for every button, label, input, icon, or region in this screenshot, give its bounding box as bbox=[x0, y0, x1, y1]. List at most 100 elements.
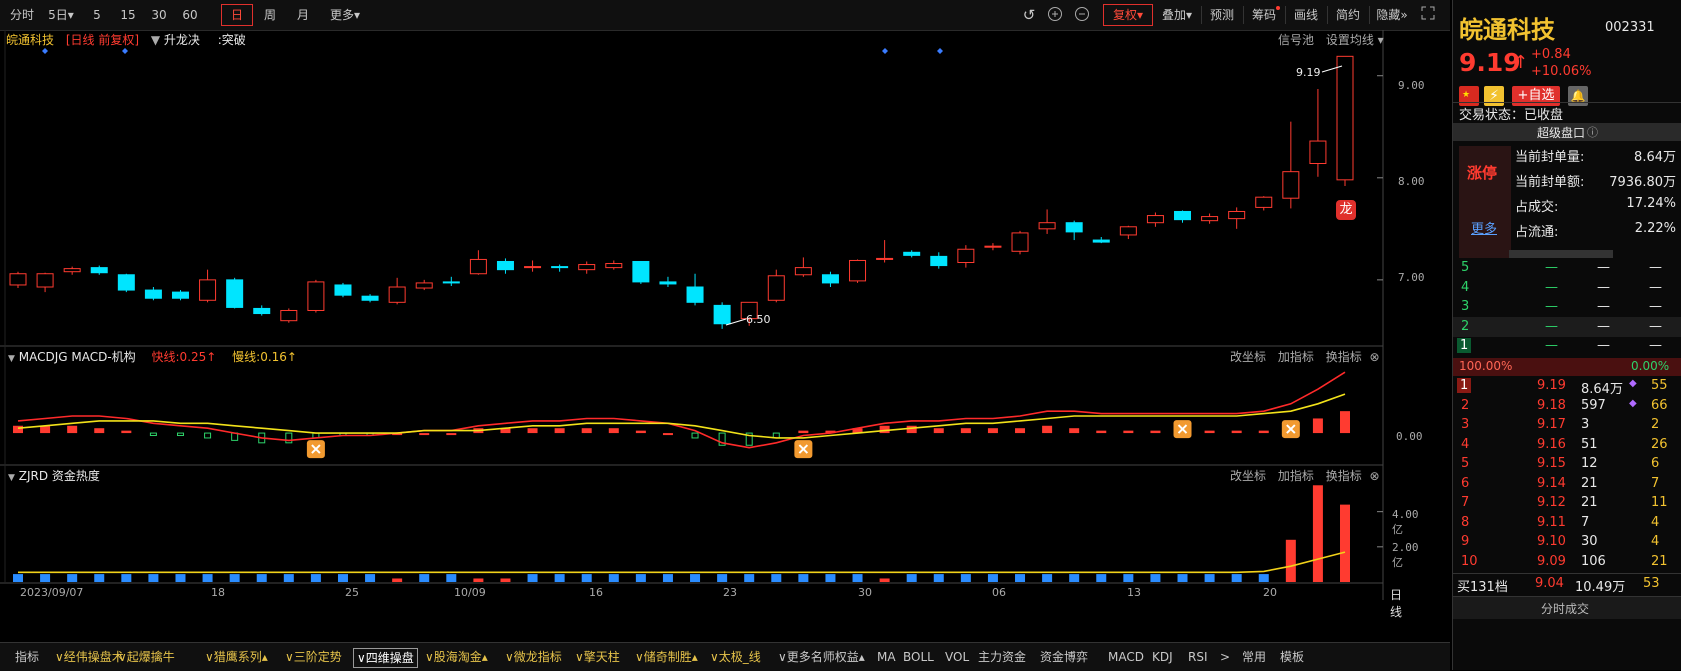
ask-row[interactable]: 1 — — — bbox=[1453, 336, 1681, 356]
price-change-pct: +10.06% bbox=[1531, 64, 1592, 79]
indicator-tab[interactable]: RSI bbox=[1188, 648, 1208, 666]
collapse-triangle-icon[interactable]: ▼ bbox=[8, 473, 15, 483]
indicator-tab[interactable]: > bbox=[1220, 648, 1230, 666]
indicator-tab[interactable]: ∨储奇制胜▴ bbox=[635, 648, 698, 666]
draw-line-button[interactable]: 画线 bbox=[1291, 6, 1321, 24]
bid-row[interactable]: 4 9.16 51 26 bbox=[1453, 435, 1681, 455]
set-ma-link[interactable]: 设置均线 ▾ bbox=[1326, 33, 1384, 47]
chips-button[interactable]: 筹码 bbox=[1249, 6, 1279, 24]
bid-row[interactable]: 10 9.09 106 21 bbox=[1453, 552, 1681, 572]
ask-row[interactable]: 2 — — — bbox=[1453, 316, 1681, 337]
macd-switch-indicator[interactable]: 换指标 bbox=[1326, 350, 1362, 364]
indicator-tab[interactable]: ∨四维操盘 bbox=[353, 648, 418, 668]
bell-icon[interactable]: 🔔 bbox=[1568, 86, 1588, 106]
simple-button[interactable]: 简约 bbox=[1333, 6, 1363, 24]
forecast-button[interactable]: 预测 bbox=[1207, 6, 1237, 24]
more-link[interactable]: 更多 bbox=[1471, 218, 1497, 237]
indicator-tab[interactable]: MA bbox=[877, 648, 896, 666]
zjrd-title: ZJRD 资金热度 bbox=[18, 469, 100, 483]
hide-button[interactable]: 隐藏» bbox=[1372, 6, 1412, 24]
indicator-tab[interactable]: ∨经伟操盘术 bbox=[55, 648, 124, 666]
dropdown-triangle-icon[interactable]: ▼ bbox=[151, 33, 160, 47]
zjrd-add-indicator[interactable]: 加指标 bbox=[1278, 469, 1314, 483]
bid-price: 9.16 bbox=[1537, 436, 1566, 452]
ask-row[interactable]: 5 — — — bbox=[1453, 258, 1681, 278]
zjrd-change-axis[interactable]: 改坐标 bbox=[1230, 469, 1266, 483]
indicator-tab[interactable]: VOL bbox=[945, 648, 969, 666]
ask-level: 3 bbox=[1461, 299, 1470, 314]
ask-row[interactable]: 3 — — — bbox=[1453, 297, 1681, 317]
china-flag-icon: ★ bbox=[1459, 86, 1479, 106]
period-day[interactable]: 日 bbox=[221, 4, 253, 26]
indicator-tab[interactable]: 资金博弈 bbox=[1040, 648, 1088, 666]
period-intraday[interactable]: 分时 bbox=[8, 6, 36, 24]
bid-row[interactable]: 2 9.18 597 66 ◆ bbox=[1453, 396, 1681, 416]
adjust-dropdown[interactable]: 复权▾ bbox=[1103, 4, 1153, 26]
indicator-tab[interactable]: MACD bbox=[1108, 648, 1144, 666]
macd-bar bbox=[176, 432, 184, 437]
indicator-tab[interactable]: 常用 bbox=[1242, 648, 1266, 666]
indicator-tab[interactable]: KDJ bbox=[1152, 648, 1173, 666]
period-5min[interactable]: 5 bbox=[88, 6, 106, 24]
zoom-in-icon[interactable] bbox=[1046, 6, 1064, 24]
indicator-tab[interactable]: ∨起爆擒牛 bbox=[118, 648, 175, 666]
ask-volume: — bbox=[1597, 318, 1610, 334]
candle-body bbox=[524, 266, 542, 269]
ask-row[interactable]: 4 — — — bbox=[1453, 278, 1681, 298]
lightning-icon[interactable]: ⚡ bbox=[1484, 86, 1504, 106]
zoom-out-icon[interactable] bbox=[1073, 6, 1091, 24]
heat-bar bbox=[1340, 504, 1350, 582]
bid-row[interactable]: 1 9.19 8.64万 55 ◆ bbox=[1453, 376, 1681, 397]
indicator-tab[interactable]: BOLL bbox=[903, 648, 934, 666]
bid-row[interactable]: 7 9.12 21 11 bbox=[1453, 493, 1681, 513]
bid-row[interactable]: 3 9.17 3 2 bbox=[1453, 415, 1681, 435]
heat-bar bbox=[1285, 539, 1296, 582]
bid-row[interactable]: 5 9.15 12 6 bbox=[1453, 454, 1681, 474]
period-month[interactable]: 月 bbox=[294, 6, 312, 24]
close-icon[interactable]: ⊗ bbox=[1370, 469, 1380, 483]
bid-volume: 12 bbox=[1581, 456, 1598, 471]
macd-bar bbox=[1069, 428, 1080, 434]
signal-pool-link[interactable]: 信号池 bbox=[1278, 33, 1314, 47]
indicator-name[interactable]: 升龙决 bbox=[164, 33, 200, 47]
indicator-tab[interactable]: 指标 bbox=[15, 648, 39, 666]
heat-bar bbox=[13, 574, 23, 582]
period-week[interactable]: 周 bbox=[261, 6, 279, 24]
indicator-tab[interactable]: ∨三阶定势 bbox=[285, 648, 342, 666]
info-icon[interactable]: ⓘ bbox=[1587, 124, 1598, 140]
indicator-tab[interactable]: ∨太极_线 bbox=[710, 648, 761, 666]
zjrd-switch-indicator[interactable]: 换指标 bbox=[1326, 469, 1362, 483]
tick-trades-header[interactable]: 分时成交 bbox=[1453, 596, 1681, 619]
candle-body bbox=[1336, 55, 1354, 181]
zjrd-y-4: 4.00亿 bbox=[1392, 508, 1419, 536]
period-60min[interactable]: 60 bbox=[179, 6, 201, 24]
period-15min[interactable]: 15 bbox=[117, 6, 139, 24]
add-watchlist-button[interactable]: +自选 bbox=[1512, 86, 1560, 106]
macd-add-indicator[interactable]: 加指标 bbox=[1278, 350, 1314, 364]
heat-bar bbox=[635, 574, 646, 582]
indicator-tab[interactable]: ∨擎天柱 bbox=[575, 648, 620, 666]
undo-icon[interactable]: ↺ bbox=[1020, 6, 1038, 24]
indicator-tab[interactable]: ∨股海淘金▴ bbox=[425, 648, 488, 666]
x-label: 13 bbox=[1127, 586, 1141, 599]
x-label: 25 bbox=[345, 586, 359, 599]
fullscreen-icon[interactable] bbox=[1418, 6, 1438, 24]
bid-row[interactable]: 9 9.10 30 4 bbox=[1453, 532, 1681, 552]
overlay-dropdown[interactable]: 叠加▾ bbox=[1157, 6, 1197, 24]
indicator-tab[interactable]: ∨微龙指标 bbox=[505, 648, 562, 666]
indicator-tab[interactable]: 主力资金 bbox=[978, 648, 1026, 666]
period-more[interactable]: 更多▾ bbox=[326, 6, 364, 24]
indicator-tab[interactable]: ∨更多名师权益▴ bbox=[778, 648, 865, 666]
heat-bar bbox=[1150, 574, 1161, 582]
collapse-triangle-icon[interactable]: ▼ bbox=[8, 354, 15, 364]
bid-price: 9.12 bbox=[1537, 495, 1566, 510]
period-5day[interactable]: 5日▾ bbox=[44, 6, 78, 24]
macd-change-axis[interactable]: 改坐标 bbox=[1230, 350, 1266, 364]
period-30min[interactable]: 30 bbox=[148, 6, 170, 24]
indicator-tab[interactable]: 模板 bbox=[1280, 648, 1304, 666]
kline-chart-area[interactable]: 皖通科技 [日线 前复权] ▼ 升龙决 :突破 信号池 设置均线 ▾ 9.00 … bbox=[0, 30, 1425, 640]
bid-row[interactable]: 6 9.14 21 7 bbox=[1453, 474, 1681, 494]
close-icon[interactable]: ⊗ bbox=[1370, 350, 1380, 364]
indicator-tab[interactable]: ∨猎鹰系列▴ bbox=[205, 648, 268, 666]
bid-row[interactable]: 8 9.11 7 4 bbox=[1453, 513, 1681, 533]
